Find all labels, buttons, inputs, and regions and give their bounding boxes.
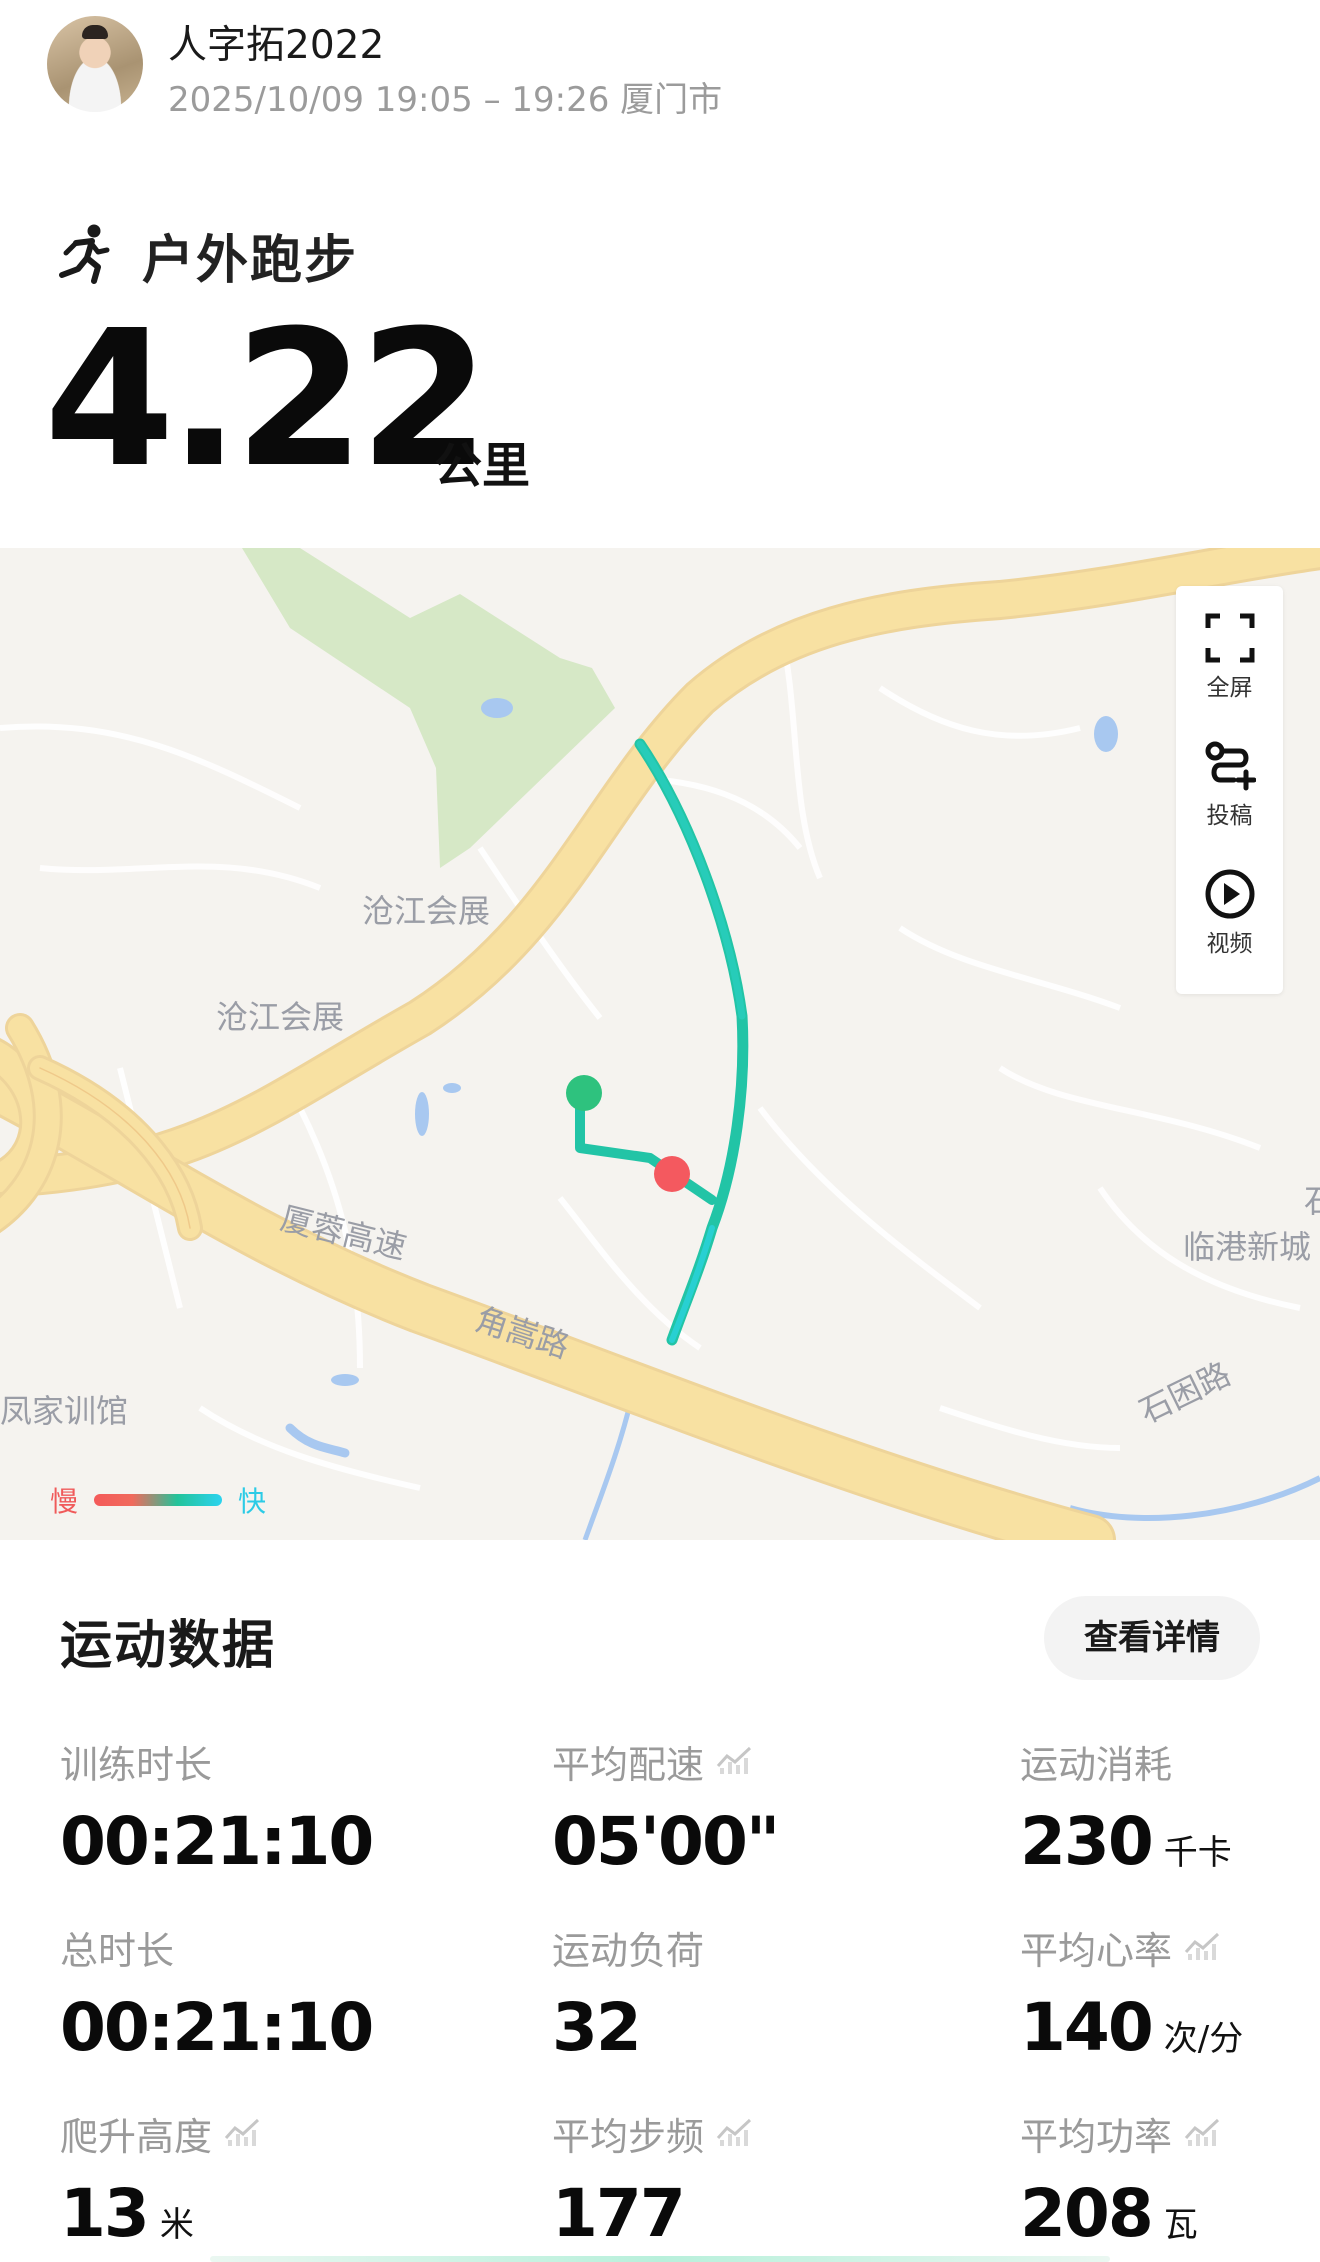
map-canvas [0,548,1320,1540]
metric-label: 平均功率 [1020,2108,1220,2159]
fullscreen-button[interactable]: 全屏 [1176,612,1283,732]
map-label: 凤家训馆 [0,1392,129,1430]
metric-8[interactable]: 平均功率 208 瓦 [1020,2108,1220,2262]
running-person-icon [59,224,110,284]
metric-label-text: 总时长 [60,1928,175,1973]
metric-unit: 千卡 [1163,1833,1232,1873]
fullscreen-icon [1205,613,1254,663]
metric-value-row: 140 次/分 [1020,1988,1243,2079]
metric-label-text: 运动负荷 [552,1928,705,1973]
trend-chart-icon[interactable] [1184,2111,1220,2155]
legend-gradient-bar [94,1494,223,1506]
play-video-icon [1205,869,1254,919]
trend-chart-icon[interactable] [224,2111,260,2155]
metric-label: 平均步频 [552,2108,752,2159]
metric-1[interactable]: 平均配速 05'00" [552,1736,780,1882]
distance-value: 4.22 [44,290,490,509]
metric-value: 177 [552,2175,686,2252]
metric-7[interactable]: 平均步频 177 [552,2108,752,2254]
trend-chart-icon[interactable] [1184,1925,1220,1969]
fullscreen-label: 全屏 [1206,675,1253,701]
metric-label: 运动消耗 [1020,1736,1232,1787]
metric-label-text: 训练时长 [60,1742,213,1787]
metric-unit: 瓦 [1163,2205,1198,2245]
metric-value-row: 05'00" [552,1802,780,1882]
metric-label: 训练时长 [60,1736,372,1787]
section-title: 运动数据 [60,1616,277,1676]
avatar[interactable] [47,16,143,112]
metric-label: 运动负荷 [552,1922,705,1973]
bottom-accent-bar [210,2256,1110,2262]
metric-3: 总时长 00:21:10 [60,1922,374,2068]
map-label: 临港新城 [1183,1228,1312,1266]
submit-route-button[interactable]: 投稿 [1176,740,1283,860]
metric-0: 训练时长 00:21:10 [60,1736,374,1882]
trend-chart-icon[interactable] [716,2111,752,2155]
activity-header: 人字拓2022 2025/10/09 19:05 – 19:26 厦门市 [0,0,1320,130]
metric-value-row: 230 千卡 [1020,1802,1232,1893]
metric-value: 00:21:10 [60,1989,374,2066]
metric-6[interactable]: 爬升高度 13 米 [60,2108,260,2262]
metric-unit: 米 [159,2205,194,2245]
metric-label: 平均配速 [552,1736,778,1787]
metric-5[interactable]: 平均心率 140 次/分 [1020,1922,1243,2079]
metric-label: 总时长 [60,1922,372,1973]
metric-value-row: 13 米 [60,2174,260,2262]
view-details-button[interactable]: 查看详情 [1044,1596,1260,1680]
video-label: 视频 [1206,931,1253,957]
map-controls: 全屏 投稿 视频 [1176,586,1283,994]
map-label: 石 [1304,1176,1320,1222]
metric-value: 230 [1020,1803,1154,1880]
metric-label: 平均心率 [1020,1922,1243,1973]
metric-value-row: 00:21:10 [60,1988,374,2068]
map-label: 沧江会展 [216,998,345,1036]
metric-value: 13 [60,2175,150,2252]
legend-slow: 慢 [50,1485,79,1518]
distance-unit: 公里 [434,438,531,494]
video-button[interactable]: 视频 [1176,868,1283,988]
trend-chart-icon[interactable] [716,1739,752,1783]
metric-value: 208 [1020,2175,1154,2252]
metric-2: 运动消耗 230 千卡 [1020,1736,1232,1893]
activity-time-location: 2025/10/09 19:05 – 19:26 厦门市 [168,80,723,120]
sport-name: 户外跑步 [142,230,359,291]
metric-value: 140 [1020,1989,1154,2066]
metric-label-text: 平均功率 [1020,2114,1173,2159]
metric-value: 05'00" [552,1803,780,1880]
metric-value: 00:21:10 [60,1803,374,1880]
metric-4: 运动负荷 32 [552,1922,704,2068]
sport-type-row: 户外跑步 [54,220,359,291]
metric-label-text: 平均配速 [552,1742,705,1787]
user-name[interactable]: 人字拓2022 [168,14,384,70]
pace-legend: 慢 快 [50,1480,266,1520]
metric-value-row: 00:21:10 [60,1802,374,1882]
metric-value-row: 208 瓦 [1020,2174,1220,2262]
metric-label-text: 平均步频 [552,2114,705,2159]
submit-route-label: 投稿 [1206,803,1253,829]
metric-label-text: 爬升高度 [60,2114,213,2159]
route-submit-icon [1205,741,1256,791]
metric-label-text: 运动消耗 [1020,1742,1173,1787]
metric-value-row: 32 [552,1988,704,2068]
metric-label-text: 平均心率 [1020,1928,1173,1973]
route-map[interactable]: 沧江会展 沧江会展 厦蓉高速 角嵩路 临港新城 石困路 凤家训馆 石 全屏 投稿… [0,548,1320,1540]
legend-fast: 快 [238,1485,267,1518]
metric-label: 爬升高度 [60,2108,260,2159]
metric-value-row: 177 [552,2174,752,2254]
map-label: 沧江会展 [362,892,491,930]
metric-value: 32 [552,1989,642,2066]
metric-unit: 次/分 [1163,2019,1244,2059]
